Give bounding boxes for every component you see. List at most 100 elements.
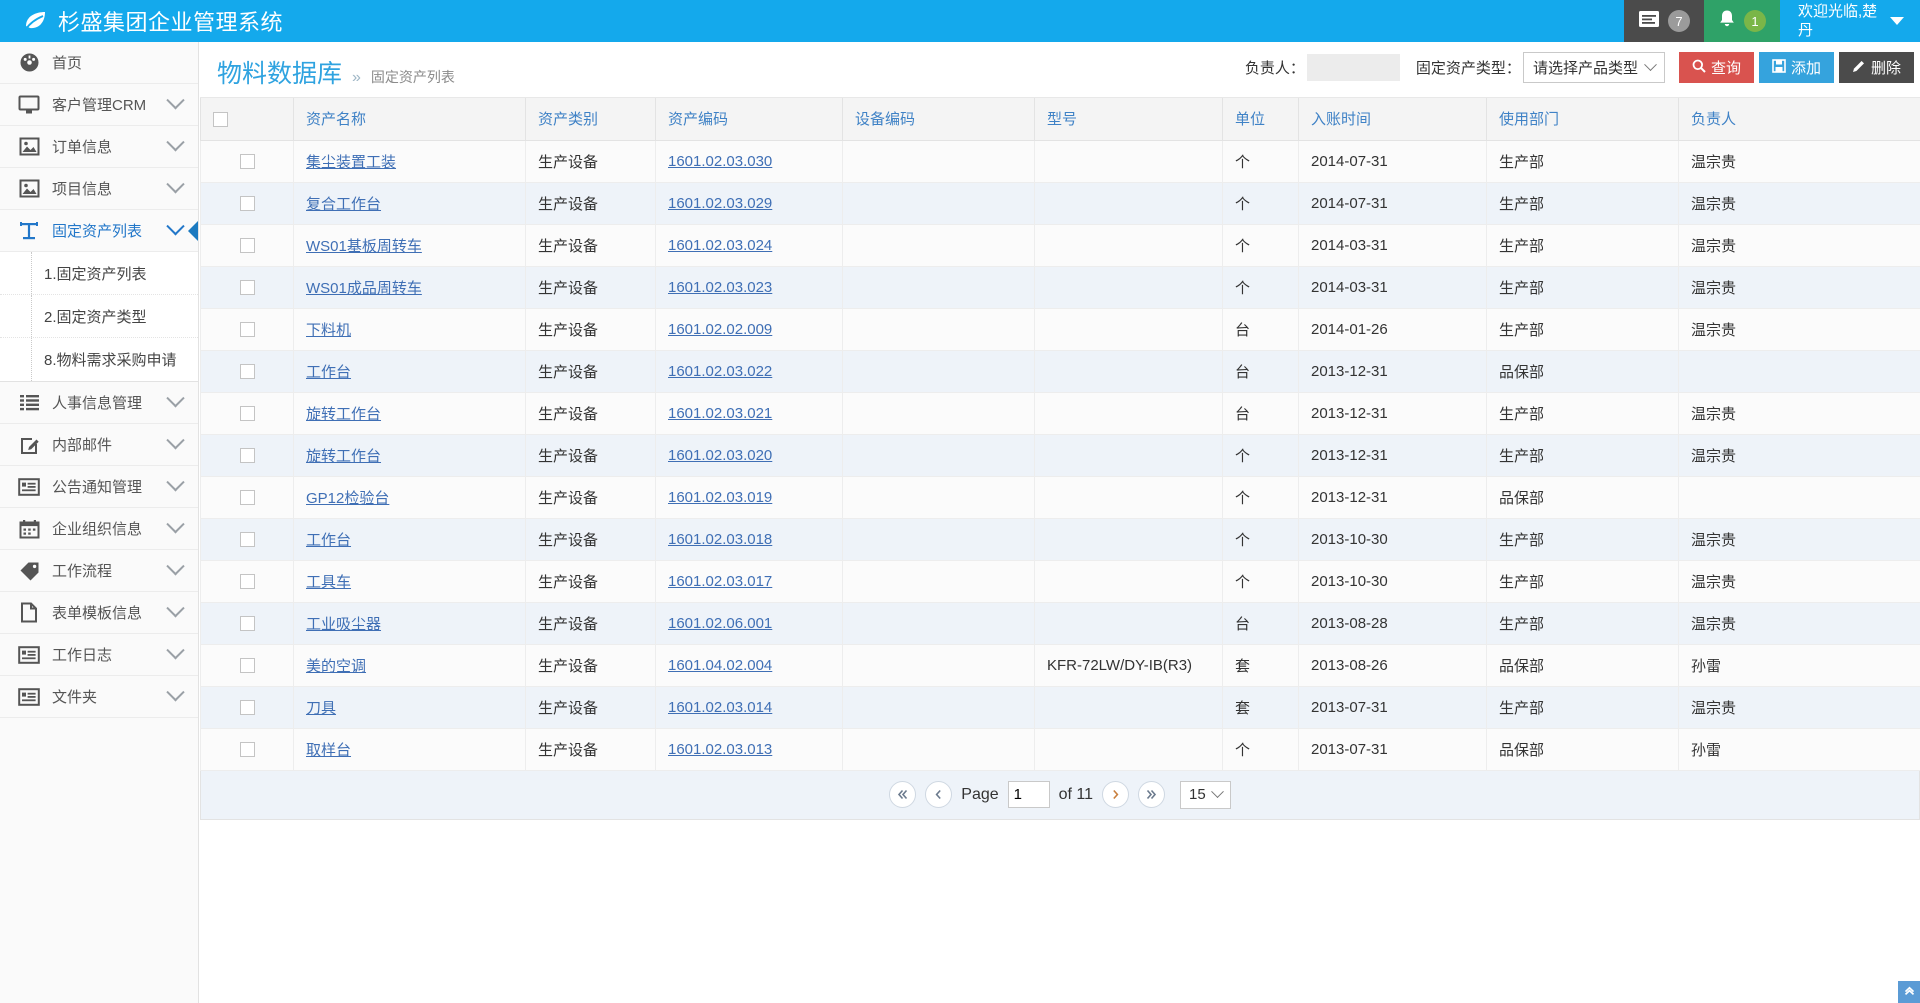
column-header-device-code[interactable]: 设备编码: [842, 98, 1035, 141]
cell-asset-name-link[interactable]: 工业吸尘器: [306, 616, 381, 633]
cell-asset-code[interactable]: 1601.02.03.017: [655, 559, 843, 603]
cell-asset-name[interactable]: 工具车: [293, 559, 526, 603]
sidebar-item-folders[interactable]: 文件夹: [0, 676, 198, 718]
cell-asset-code[interactable]: 1601.02.03.030: [655, 139, 843, 183]
row-checkbox[interactable]: [239, 406, 255, 422]
cell-asset-code[interactable]: 1601.02.06.001: [655, 601, 843, 645]
messages-button[interactable]: 7: [1624, 0, 1704, 42]
select-all-checkbox[interactable]: [213, 111, 228, 127]
row-select-cell[interactable]: [200, 475, 294, 519]
next-page-button[interactable]: [1102, 781, 1130, 808]
row-select-cell[interactable]: [200, 559, 294, 603]
cell-asset-name[interactable]: 旋转工作台: [293, 433, 526, 477]
cell-asset-code-link[interactable]: 1601.02.03.024: [668, 237, 772, 254]
table-row[interactable]: 刀具 生产设备 1601.02.03.014 套 2013-07-31 生产部 温宗贵: [200, 685, 1920, 729]
first-page-button[interactable]: [889, 781, 917, 808]
cell-asset-code[interactable]: 1601.02.03.023: [655, 265, 843, 309]
cell-asset-code[interactable]: 1601.02.03.014: [655, 685, 843, 729]
table-row[interactable]: 工业吸尘器 生产设备 1601.02.06.001 台 2013-08-28 生产部 温宗贵: [200, 601, 1920, 645]
row-select-cell[interactable]: [200, 601, 294, 645]
cell-asset-name[interactable]: 集尘装置工装: [293, 139, 526, 183]
cell-asset-code[interactable]: 1601.02.03.021: [655, 391, 843, 435]
column-header-entry-date[interactable]: 入账时间: [1298, 98, 1487, 141]
sidebar-item-workflow[interactable]: 工作流程: [0, 550, 198, 592]
cell-asset-code[interactable]: 1601.02.03.018: [655, 517, 843, 561]
cell-asset-name[interactable]: 工作台: [293, 517, 526, 561]
sidebar-item-orders[interactable]: 订单信息: [0, 126, 198, 168]
row-checkbox[interactable]: [239, 658, 255, 674]
sidebar-subitem-material-purchase-request[interactable]: 8.物料需求采购申请: [0, 338, 198, 381]
cell-asset-code[interactable]: 1601.02.02.009: [655, 307, 843, 351]
select-all-header[interactable]: [200, 98, 294, 141]
app-brand[interactable]: 杉盛集团企业管理系统: [0, 0, 1624, 42]
sidebar-item-worklog[interactable]: 工作日志: [0, 634, 198, 676]
row-checkbox[interactable]: [239, 280, 255, 296]
cell-asset-name-link[interactable]: 下料机: [306, 322, 351, 339]
delete-button[interactable]: 删除: [1838, 52, 1914, 83]
cell-asset-name[interactable]: WS01基板周转车: [293, 223, 526, 267]
cell-asset-code-link[interactable]: 1601.02.03.013: [668, 741, 772, 758]
cell-asset-name[interactable]: 刀具: [293, 685, 526, 729]
cell-asset-name[interactable]: 工作台: [293, 349, 526, 393]
cell-asset-name-link[interactable]: 旋转工作台: [306, 448, 381, 465]
row-select-cell[interactable]: [200, 643, 294, 687]
cell-asset-name-link[interactable]: 工作台: [306, 364, 351, 381]
table-row[interactable]: 工作台 生产设备 1601.02.03.018 个 2013-10-30 生产部 温宗贵: [200, 517, 1920, 561]
asset-type-select[interactable]: 请选择产品类型: [1522, 52, 1665, 83]
cell-asset-name[interactable]: 取样台: [293, 727, 526, 771]
table-row[interactable]: WS01基板周转车 生产设备 1601.02.03.024 个 2014-03-31 生产…: [200, 223, 1920, 267]
cell-asset-code[interactable]: 1601.02.03.020: [655, 433, 843, 477]
user-menu[interactable]: 欢迎光临,楚丹: [1780, 0, 1920, 42]
cell-asset-code[interactable]: 1601.02.03.013: [655, 727, 843, 771]
sidebar-subitem-fixed-asset-list[interactable]: 1.固定资产列表: [0, 252, 198, 295]
row-select-cell[interactable]: [200, 139, 294, 183]
sidebar-item-projects[interactable]: 项目信息: [0, 168, 198, 210]
table-row[interactable]: 工作台 生产设备 1601.02.03.022 台 2013-12-31 品保部: [200, 349, 1920, 393]
cell-asset-name-link[interactable]: 刀具: [306, 700, 336, 717]
cell-asset-code-link[interactable]: 1601.02.03.023: [668, 279, 772, 296]
row-checkbox[interactable]: [239, 532, 255, 548]
row-select-cell[interactable]: [200, 433, 294, 477]
row-select-cell[interactable]: [200, 307, 294, 351]
row-select-cell[interactable]: [200, 391, 294, 435]
sidebar-subitem-fixed-asset-type[interactable]: 2.固定资产类型: [0, 295, 198, 338]
column-header-unit[interactable]: 单位: [1222, 98, 1299, 141]
cell-asset-code-link[interactable]: 1601.02.03.020: [668, 447, 772, 464]
cell-asset-code-link[interactable]: 1601.02.03.018: [668, 531, 772, 548]
cell-asset-name[interactable]: WS01成品周转车: [293, 265, 526, 309]
table-row[interactable]: GP12检验台 生产设备 1601.02.03.019 个 2013-12-31 品保部: [200, 475, 1920, 519]
column-header-asset-code[interactable]: 资产编码: [655, 98, 843, 141]
add-button[interactable]: 添加: [1758, 52, 1834, 83]
column-header-asset-name[interactable]: 资产名称: [293, 98, 526, 141]
cell-asset-name-link[interactable]: 复合工作台: [306, 196, 381, 213]
row-checkbox[interactable]: [239, 196, 255, 212]
table-row[interactable]: 复合工作台 生产设备 1601.02.03.029 个 2014-07-31 生产部 温宗贵: [200, 181, 1920, 225]
cell-asset-name-link[interactable]: 工作台: [306, 532, 351, 549]
row-checkbox[interactable]: [239, 742, 255, 758]
prev-page-button[interactable]: [925, 781, 953, 808]
row-checkbox[interactable]: [239, 364, 255, 380]
row-checkbox[interactable]: [239, 322, 255, 338]
row-checkbox[interactable]: [239, 574, 255, 590]
cell-asset-code-link[interactable]: 1601.02.03.022: [668, 363, 772, 380]
row-checkbox[interactable]: [239, 448, 255, 464]
page-number-input[interactable]: [1007, 781, 1050, 808]
table-row[interactable]: 集尘装置工装 生产设备 1601.02.03.030 个 2014-07-31 生产部 温宗…: [200, 139, 1920, 183]
sidebar-item-internal-mail[interactable]: 内部邮件: [0, 424, 198, 466]
column-header-model[interactable]: 型号: [1034, 98, 1223, 141]
table-row[interactable]: WS01成品周转车 生产设备 1601.02.03.023 个 2014-03-31 生产…: [200, 265, 1920, 309]
last-page-button[interactable]: [1138, 781, 1166, 808]
sidebar-item-hr[interactable]: 人事信息管理: [0, 382, 198, 424]
row-checkbox[interactable]: [239, 490, 255, 506]
sidebar-item-crm[interactable]: 客户管理CRM: [0, 84, 198, 126]
cell-asset-code[interactable]: 1601.04.02.004: [655, 643, 843, 687]
cell-asset-code-link[interactable]: 1601.04.02.004: [668, 657, 772, 674]
table-row[interactable]: 取样台 生产设备 1601.02.03.013 个 2013-07-31 品保部 孙雷: [200, 727, 1920, 771]
row-checkbox[interactable]: [239, 700, 255, 716]
scroll-to-top-button[interactable]: [1898, 981, 1920, 1003]
cell-asset-name[interactable]: 下料机: [293, 307, 526, 351]
table-row[interactable]: 下料机 生产设备 1601.02.02.009 台 2014-01-26 生产部 温宗贵: [200, 307, 1920, 351]
cell-asset-code-link[interactable]: 1601.02.03.014: [668, 699, 772, 716]
row-select-cell[interactable]: [200, 517, 294, 561]
cell-asset-name[interactable]: 工业吸尘器: [293, 601, 526, 645]
